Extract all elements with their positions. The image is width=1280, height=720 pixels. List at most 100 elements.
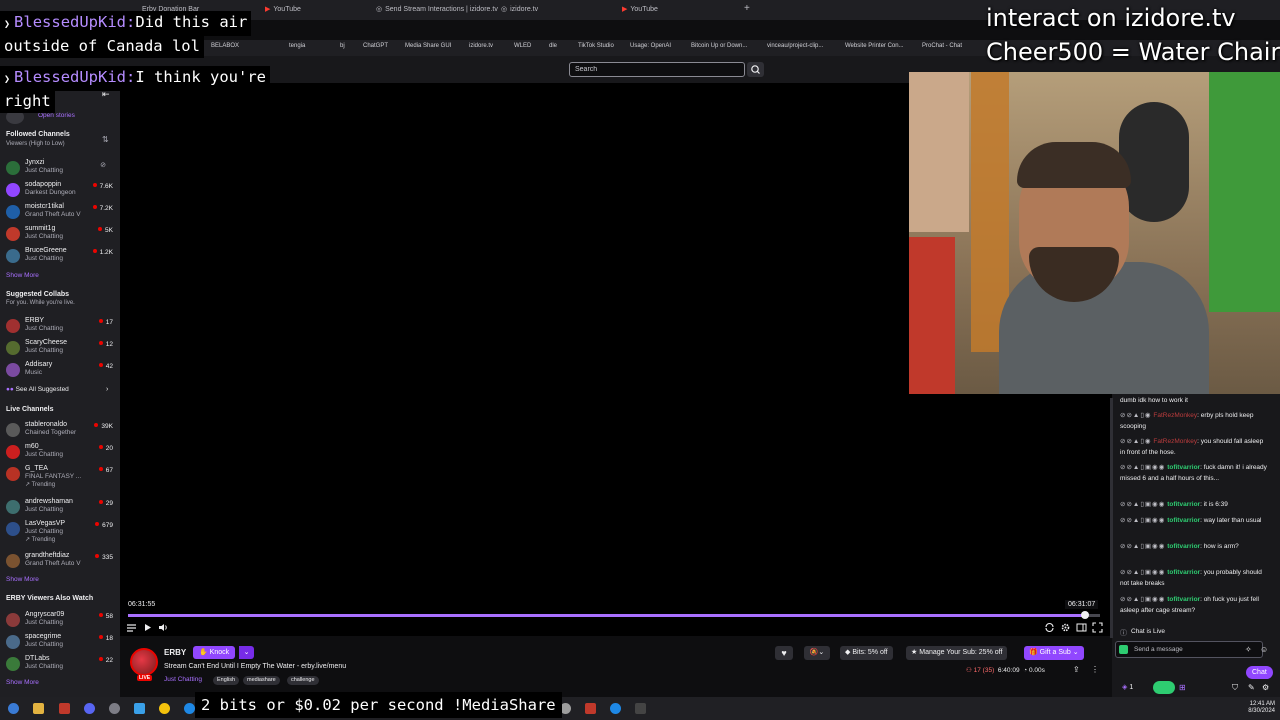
sidebar-channel[interactable]: summit1g Just Chatting 5K	[0, 224, 120, 246]
sidebar-channel[interactable]: sodapoppin Darkest Dungeon 7.6K	[0, 180, 120, 202]
search-button[interactable]	[747, 62, 764, 77]
browser-tab[interactable]: ▶ YouTube	[622, 3, 658, 17]
share-icon[interactable]: ⇪	[1073, 665, 1080, 674]
sidebar-channel[interactable]: G_TEA FINAL FANTASY ... ↗ Trending 67	[0, 464, 120, 494]
obs-icon[interactable]	[109, 703, 120, 714]
emote-picker-icon[interactable]: ☺	[1260, 645, 1268, 654]
magic-wand-icon[interactable]: ✧	[1245, 645, 1252, 654]
sidebar-channel[interactable]: m60_ Just Chatting 20	[0, 442, 120, 464]
bookmark[interactable]: Bitcoin Up or Down...	[691, 43, 747, 49]
chat-message: ⊘⊘▲▯▣◉◉ tofitvarrior: how is arm?	[1120, 543, 1239, 550]
settings-gear-icon[interactable]	[1060, 622, 1071, 633]
bookmark[interactable]: ProChat - Chat	[922, 43, 962, 49]
search-input[interactable]	[569, 62, 745, 77]
volume-icon[interactable]	[158, 622, 169, 633]
sidebar-channel[interactable]: BruceGreene Just Chatting 1.2K	[0, 246, 120, 268]
sidebar-channel[interactable]: LasVegasVP Just Chatting ↗ Trending 679	[0, 519, 120, 549]
prediction-icon[interactable]: ⊞	[1179, 683, 1186, 692]
app-icon[interactable]	[635, 703, 646, 714]
playlist-icon[interactable]	[126, 622, 137, 633]
start-icon[interactable]	[8, 703, 19, 714]
bookmark[interactable]: BELABOX	[211, 43, 239, 49]
system-clock[interactable]: 12:41 AM 8/30/2024	[1248, 701, 1275, 715]
overlay-promo-line: interact on izidore.tv	[986, 4, 1236, 32]
app-icon[interactable]	[134, 703, 145, 714]
app-icon[interactable]	[585, 703, 596, 714]
channel-avatar	[6, 522, 20, 536]
sidebar-channel[interactable]: grandtheftdiaz Grand Theft Auto V 335	[0, 551, 120, 573]
browser-tab[interactable]: ▶ YouTube	[265, 3, 301, 17]
fullscreen-icon[interactable]	[1092, 622, 1103, 633]
app-icon[interactable]	[184, 703, 195, 714]
bookmark[interactable]: vinceau/project-clip...	[767, 43, 823, 49]
show-more-link[interactable]: Show More	[6, 576, 39, 583]
manage-sub-button[interactable]: ★ Manage Your Sub: 25% off	[906, 646, 1008, 660]
seek-bar[interactable]	[128, 611, 1100, 619]
bookmark[interactable]: Media Share GUI	[405, 43, 451, 49]
chat-send-button[interactable]: Chat	[1246, 666, 1273, 679]
new-tab-button[interactable]: +	[744, 3, 750, 14]
sidebar-channel[interactable]: stableronaldo Chained Together 39K	[0, 420, 120, 442]
chat-settings-icon[interactable]: ⚙	[1262, 683, 1269, 692]
channel-avatar	[6, 205, 20, 219]
overlay-chat-message-cont: right	[0, 90, 55, 113]
sidebar-channel[interactable]: ERBY Just Chatting 17	[0, 316, 120, 338]
app-icon[interactable]	[610, 703, 621, 714]
show-more-link[interactable]: Show More	[6, 679, 39, 686]
bookmark[interactable]: tengia	[289, 43, 305, 49]
bookmark[interactable]: Website Printer Con...	[845, 43, 904, 49]
chevron-right-icon[interactable]: ›	[106, 386, 108, 393]
see-all-suggested-link[interactable]: ●● See All Suggested	[6, 386, 69, 393]
knock-button[interactable]: ✋ Knock	[193, 646, 236, 659]
open-stories-link[interactable]: Open stories	[38, 112, 75, 119]
badge-icons: ⊘⊘▲▯▣◉◉	[1120, 543, 1166, 550]
gift-sub-button[interactable]: 🎁 Gift a Sub ⌄	[1024, 646, 1084, 660]
bits-button[interactable]: ◆ Bits: 5% off	[840, 646, 893, 660]
show-more-link[interactable]: Show More	[6, 272, 39, 279]
bookmark[interactable]: WLED	[514, 43, 531, 49]
tag-pill[interactable]: challenge	[287, 676, 319, 685]
chrome-icon[interactable]	[159, 703, 170, 714]
follow-heart-icon[interactable]: ♥	[775, 646, 793, 660]
play-icon[interactable]	[142, 622, 153, 633]
category-link[interactable]: Just Chatting	[164, 676, 202, 683]
tag-pill[interactable]: mediashare	[243, 676, 280, 685]
sidebar-channel[interactable]: Addisary Music 42	[0, 360, 120, 382]
sidebar-channel[interactable]: moistcr1tikal Grand Theft Auto V 7.2K	[0, 202, 120, 224]
bookmark[interactable]: TikTok Studio	[578, 43, 614, 49]
sub-badge-icon[interactable]	[1119, 645, 1128, 654]
app-icon[interactable]	[560, 703, 571, 714]
brave-icon[interactable]	[59, 703, 70, 714]
sync-icon[interactable]	[1044, 622, 1055, 633]
more-options-icon[interactable]: ⋮	[1091, 665, 1099, 674]
sidebar-channel[interactable]: Jynxzi Just Chatting ⊘	[0, 158, 120, 180]
suggested-collabs-sub: For you. While you're live.	[6, 300, 75, 306]
bookmark[interactable]: Usage: OpenAI	[630, 43, 671, 49]
browser-tab[interactable]: ◎ Send Stream Interactions | izidore.tv	[376, 3, 498, 17]
sidebar-channel[interactable]: spacegrime Just Chatting 18	[0, 632, 120, 654]
chat-scrollbar[interactable]	[1110, 398, 1113, 638]
channel-points-reward-button[interactable]	[1153, 681, 1175, 694]
theatre-mode-icon[interactable]	[1076, 622, 1087, 633]
notifications-off-icon[interactable]: 🔕⌄	[804, 646, 830, 660]
chat-input[interactable]	[1115, 641, 1263, 658]
bookmark[interactable]: dle	[549, 43, 557, 49]
discord-icon[interactable]	[84, 703, 95, 714]
sidebar-channel[interactable]: DTLabs Just Chatting 22	[0, 654, 120, 676]
sidebar-channel[interactable]: andrewshaman Just Chatting 29	[0, 497, 120, 519]
chevron-down-icon[interactable]: ⌄	[239, 646, 254, 659]
sidebar-channel[interactable]: ScaryCheese Just Chatting 12	[0, 338, 120, 360]
sidebar-channel[interactable]: Angryscar09 Just Chatting 58	[0, 610, 120, 632]
bookmark[interactable]: bj	[340, 43, 345, 49]
channel-name[interactable]: ERBY	[164, 648, 186, 657]
file-explorer-icon[interactable]	[33, 703, 44, 714]
bookmark[interactable]: ChatGPT	[363, 43, 388, 49]
pencil-icon[interactable]: ✎	[1248, 683, 1255, 692]
channel-points-icon[interactable]: ◈ 1	[1122, 683, 1133, 691]
bookmark[interactable]: izidore.tv	[469, 43, 493, 49]
channel-avatar[interactable]	[130, 648, 158, 676]
sort-icon[interactable]: ⇅	[102, 135, 109, 144]
tag-pill[interactable]: English	[213, 676, 240, 685]
browser-tab[interactable]: ◎ izidore.tv	[501, 3, 538, 17]
shield-icon[interactable]: ⛉	[1232, 683, 1238, 693]
